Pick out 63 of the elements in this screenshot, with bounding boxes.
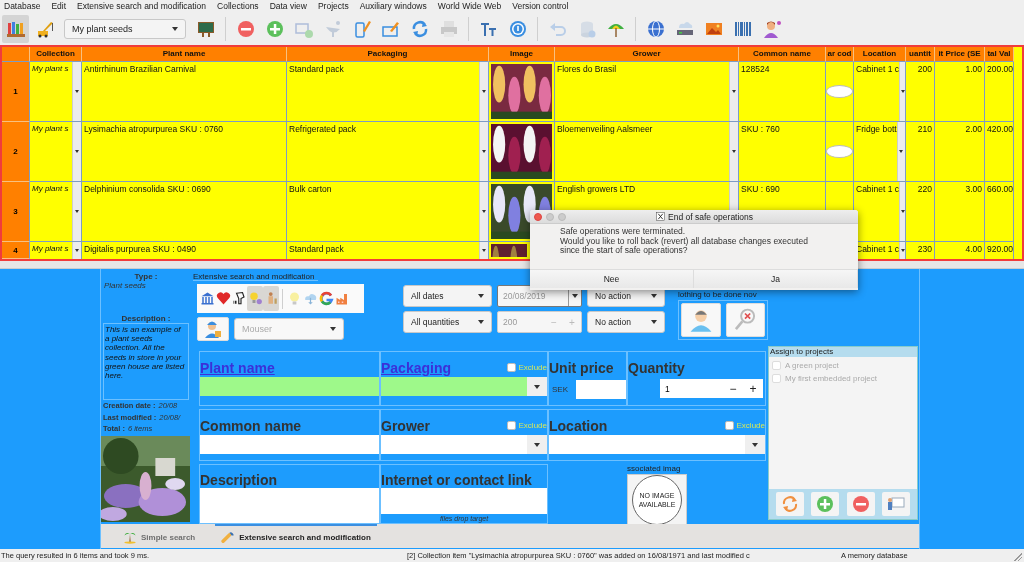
table-cell: 200	[906, 62, 935, 122]
table-cell: 128524	[739, 62, 826, 122]
spinner-value: 1	[664, 383, 671, 394]
type-label: Type :	[133, 272, 159, 281]
combo-value: Mouser	[242, 324, 272, 334]
cell-text: My plant s	[32, 123, 69, 134]
table-cell: Delphinium consolida SKU : 0690	[82, 182, 287, 242]
field-label: ssociated imag	[627, 464, 681, 473]
cell-text: Cabinet 1 c	[856, 63, 899, 74]
description-label: Description :	[120, 314, 172, 323]
cell-text: Bulk carton	[289, 183, 332, 194]
currency-label: SEK	[551, 384, 569, 394]
checkbox-label: Exclude	[518, 363, 547, 372]
spinner-value: 200	[502, 317, 519, 327]
field-label: Unit price	[549, 360, 614, 376]
cell-text: My plant s	[32, 183, 69, 194]
table-cell: Lysimachia atropurpurea SKU : 0760	[82, 122, 287, 182]
cell-text: My plant s	[32, 243, 69, 254]
cell-text: Standard pack	[289, 243, 344, 254]
cell-text: Flores do Brasil	[557, 63, 617, 74]
combo-value: My plant seeds	[72, 23, 133, 34]
table-cell: 420.00	[985, 122, 1014, 182]
field-label: Description	[200, 472, 277, 489]
project-label: A green project	[785, 361, 839, 370]
table-cell: 660.00	[985, 182, 1014, 242]
type-value: Plant seeds	[103, 281, 147, 292]
cell-text: Fridge bott	[856, 123, 897, 134]
table-cell: 2.00	[935, 122, 985, 182]
date-value: 20/08/2019	[502, 291, 547, 301]
combo-value: All quantities	[411, 317, 460, 327]
project-label: My first embedded project	[785, 374, 878, 383]
table-cell: 200.00	[985, 62, 1014, 122]
tab-label: Extensive search and modification	[239, 532, 371, 542]
combo-value: All dates	[411, 291, 444, 301]
checkbox-label: Exclude	[736, 421, 765, 430]
cell-text: Cabinet 1 c	[856, 183, 899, 194]
cell-text: Cabinet 1 c	[856, 243, 899, 254]
table-cell: 920.00	[985, 242, 1014, 259]
table-cell: 210	[906, 122, 935, 182]
cell-text: My plant s	[32, 63, 69, 74]
field-label: Quantity	[628, 360, 685, 376]
table-cell: 1.00	[935, 62, 985, 122]
table-cell: Antirrhinum Brazilian Carnival	[82, 62, 287, 122]
field-label: Grower	[381, 418, 430, 434]
description-text: This is an example of a plant seeds collection. All the seeds in store in your green house are listed here.	[103, 323, 189, 400]
table-cell: Digitalis purpurea SKU : 0490	[82, 242, 287, 259]
table-cell: SKU : 760	[739, 122, 826, 182]
projects-title: Assign to projects	[769, 347, 917, 357]
table-cell: 3.00	[935, 182, 985, 242]
cell-text: English growers LTD	[557, 183, 636, 194]
cell-text: Refrigerated pack	[289, 123, 357, 134]
field-label: Location	[549, 418, 608, 434]
field-label: Internet or contact link	[381, 471, 532, 488]
cell-text: Bloemenveiling Aalsmeer	[557, 123, 653, 134]
group-title: Extensive search and modification	[193, 272, 319, 281]
tab-label: Simple search	[141, 532, 196, 542]
table-cell: 220	[906, 182, 935, 242]
combo-value: No action	[595, 317, 631, 327]
actions-label: lothing to be done nov	[678, 290, 758, 300]
checkbox-label: Exclude	[518, 421, 547, 430]
field-label: Common name	[200, 418, 302, 434]
cell-text: Standard pack	[289, 63, 344, 74]
combo-value: No action	[595, 291, 631, 301]
